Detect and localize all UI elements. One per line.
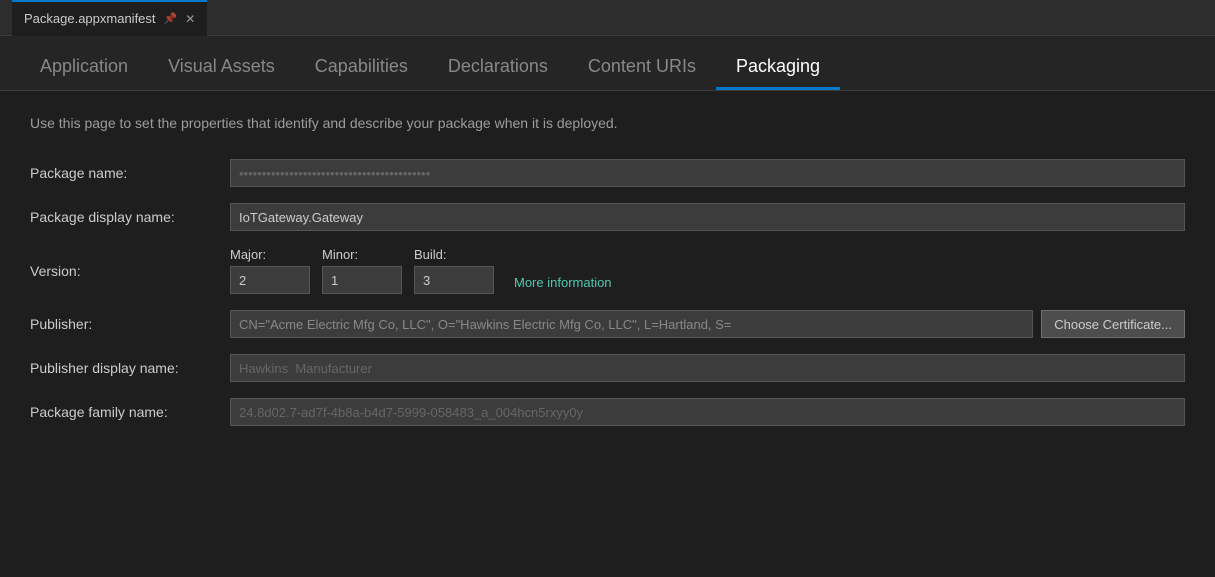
package-display-name-row: Package display name: [30, 203, 1185, 231]
file-tab[interactable]: Package.appxmanifest 📌 ✕ [12, 0, 207, 36]
tab-content-uris[interactable]: Content URIs [568, 46, 716, 90]
tab-capabilities[interactable]: Capabilities [295, 46, 428, 90]
tab-packaging[interactable]: Packaging [716, 46, 840, 90]
version-label: Version: [30, 263, 230, 279]
tab-declarations[interactable]: Declarations [428, 46, 568, 90]
build-input[interactable] [414, 266, 494, 294]
tab-application[interactable]: Application [20, 46, 148, 90]
publisher-display-name-field [230, 354, 1185, 382]
version-group: Major: Minor: Build: More information [230, 247, 612, 294]
minor-col: Minor: [322, 247, 402, 294]
close-tab-button[interactable]: ✕ [185, 12, 195, 26]
package-family-name-label: Package family name: [30, 404, 230, 420]
more-info-link[interactable]: More information [514, 275, 612, 290]
major-col: Major: [230, 247, 310, 294]
publisher-row: Publisher: Choose Certificate... [30, 310, 1185, 338]
major-label: Major: [230, 247, 310, 262]
tab-visual-assets[interactable]: Visual Assets [148, 46, 295, 90]
publisher-input[interactable] [230, 310, 1033, 338]
publisher-display-name-label: Publisher display name: [30, 360, 230, 376]
content-area: Use this page to set the properties that… [0, 91, 1215, 466]
build-label: Build: [414, 247, 494, 262]
minor-input[interactable] [322, 266, 402, 294]
package-family-name-row: Package family name: [30, 398, 1185, 426]
publisher-display-name-row: Publisher display name: [30, 354, 1185, 382]
package-name-row: Package name: [30, 159, 1185, 187]
nav-tabs: Application Visual Assets Capabilities D… [0, 36, 1215, 91]
package-display-name-input[interactable] [230, 203, 1185, 231]
publisher-display-name-input[interactable] [230, 354, 1185, 382]
publisher-label: Publisher: [30, 316, 230, 332]
package-family-name-input[interactable] [230, 398, 1185, 426]
package-name-field [230, 159, 1185, 187]
title-bar: Package.appxmanifest 📌 ✕ [0, 0, 1215, 36]
package-family-name-field [230, 398, 1185, 426]
choose-certificate-button[interactable]: Choose Certificate... [1041, 310, 1185, 338]
package-name-input[interactable] [230, 159, 1185, 187]
version-row: Version: Major: Minor: Build: More infor… [30, 247, 1185, 294]
build-col: Build: [414, 247, 494, 294]
tab-label: Package.appxmanifest [24, 11, 156, 26]
package-name-label: Package name: [30, 165, 230, 181]
package-display-name-label: Package display name: [30, 209, 230, 225]
major-input[interactable] [230, 266, 310, 294]
page-description: Use this page to set the properties that… [30, 115, 1185, 131]
minor-label: Minor: [322, 247, 402, 262]
package-display-name-field [230, 203, 1185, 231]
pin-icon: 📌 [164, 12, 178, 25]
publisher-row-content: Choose Certificate... [230, 310, 1185, 338]
